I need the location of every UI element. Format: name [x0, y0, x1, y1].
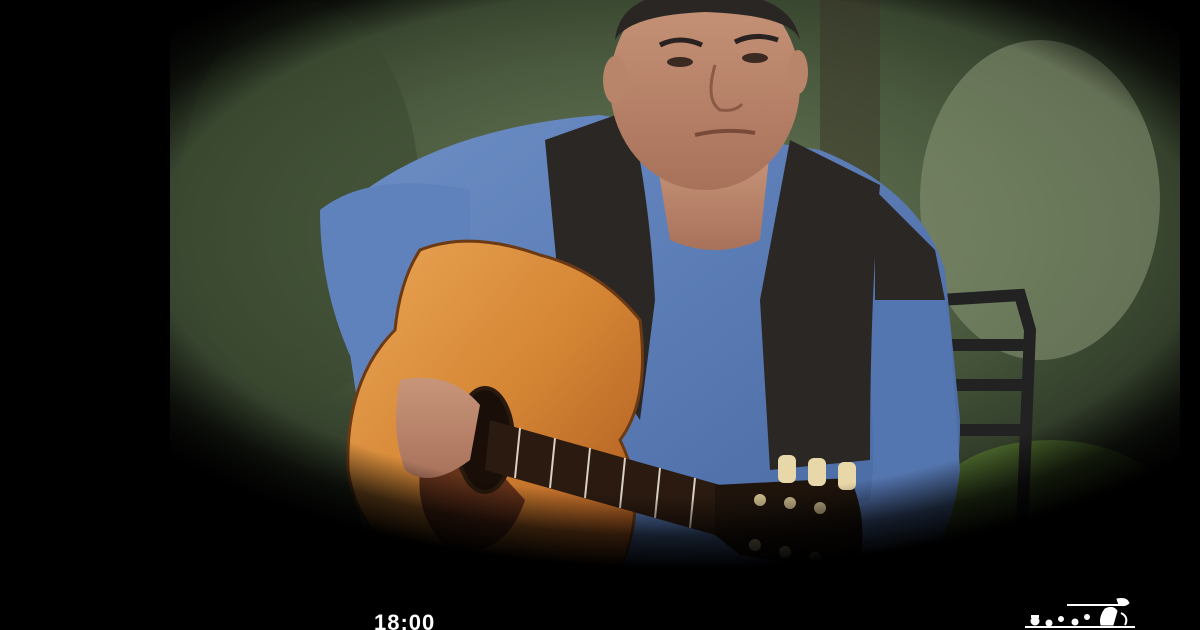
media-frame: 18:00 — [0, 0, 1200, 630]
bottom-bar — [0, 580, 1200, 630]
photo-vignette — [0, 0, 1200, 580]
channel-logo-icon — [1025, 598, 1135, 628]
photo-left-mask — [0, 0, 170, 580]
photo — [0, 0, 1200, 580]
time-label: 18:00 — [374, 612, 436, 630]
photo-illustration — [0, 0, 1200, 580]
photo-right-mask — [1180, 0, 1200, 580]
channel-logo — [1025, 595, 1135, 630]
